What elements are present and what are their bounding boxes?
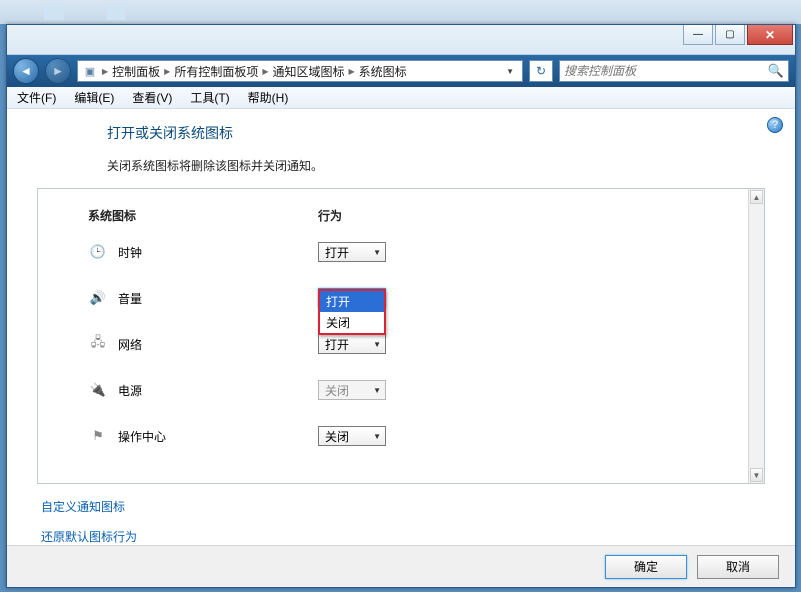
combo-value: 打开 [325, 244, 349, 261]
clock-icon: 🕒 [88, 244, 108, 260]
row-network: 🖧 网络 打开 ▼ [88, 334, 724, 354]
icons-panel: ▲ ▼ 系统图标 行为 🕒 时钟 打开 ▼ [37, 188, 765, 484]
combo-clock[interactable]: 打开 ▼ [318, 242, 386, 262]
chevron-down-icon: ▼ [373, 248, 381, 257]
link-restore-defaults[interactable]: 还原默认图标行为 [41, 530, 137, 544]
explorer-window: ― ▢ ✕ ◄ ► ▣ ▶ 控制面板 ▶ 所有控制面板项 ▶ 通知区域图标 ▶ … [6, 24, 796, 588]
control-panel-icon: ▣ [82, 63, 98, 79]
taskbar-thumb [106, 4, 126, 20]
col-header-behavior: 行为 [318, 207, 342, 224]
dropdown-option-close[interactable]: 关闭 [320, 312, 384, 333]
back-button[interactable]: ◄ [13, 58, 39, 84]
search-box[interactable]: 🔍 [559, 60, 789, 82]
chevron-right-icon: ▶ [260, 67, 270, 76]
chevron-down-icon: ▼ [373, 432, 381, 441]
menu-bar: 文件(F) 编辑(E) 查看(V) 工具(T) 帮助(H) [7, 87, 795, 109]
chevron-right-icon: ▶ [162, 67, 172, 76]
desktop-taskbar [0, 0, 801, 24]
arrow-left-icon: ◄ [20, 64, 32, 78]
taskbar-thumb [44, 4, 64, 20]
flag-icon: ⚑ [88, 428, 108, 444]
help-icon[interactable]: ? [767, 117, 783, 133]
arrow-right-icon: ► [52, 64, 64, 78]
page-subtext: 关闭系统图标将删除该图标并关闭通知。 [107, 157, 765, 174]
row-label: 时钟 [118, 244, 318, 261]
ok-button[interactable]: 确定 [605, 555, 687, 579]
refresh-icon: ↻ [536, 64, 546, 78]
col-header-icon: 系统图标 [88, 207, 318, 224]
menu-view[interactable]: 查看(V) [128, 87, 176, 108]
close-button[interactable]: ✕ [747, 25, 793, 45]
refresh-button[interactable]: ↻ [529, 60, 553, 82]
combo-network[interactable]: 打开 ▼ [318, 334, 386, 354]
chevron-right-icon: ▶ [347, 67, 357, 76]
row-power: 🔌 电源 关闭 ▼ [88, 380, 724, 400]
row-label: 音量 [118, 290, 318, 307]
row-label: 网络 [118, 336, 318, 353]
volume-icon: 🔊 [88, 290, 108, 306]
breadcrumb-segment[interactable]: 通知区域图标 [273, 63, 345, 80]
combo-value: 打开 [325, 336, 349, 353]
network-icon: 🖧 [88, 336, 108, 352]
menu-help[interactable]: 帮助(H) [244, 87, 293, 108]
combo-volume-dropdown[interactable]: 打开 关闭 [318, 289, 386, 335]
search-input[interactable] [564, 64, 768, 78]
link-customize-icons[interactable]: 自定义通知图标 [41, 500, 125, 514]
title-bar: ― ▢ ✕ [7, 25, 795, 55]
page-title: 打开或关闭系统图标 [107, 123, 765, 143]
menu-edit[interactable]: 编辑(E) [70, 87, 118, 108]
chevron-down-icon: ▼ [373, 386, 381, 395]
dialog-footer: 确定 取消 [7, 545, 795, 587]
breadcrumb-segment[interactable]: 所有控制面板项 [174, 63, 258, 80]
chevron-right-icon: ▶ [100, 67, 110, 76]
menu-file[interactable]: 文件(F) [13, 87, 60, 108]
chevron-down-icon[interactable]: ▼ [502, 67, 518, 76]
chevron-down-icon: ▼ [373, 340, 381, 349]
address-bar[interactable]: ▣ ▶ 控制面板 ▶ 所有控制面板项 ▶ 通知区域图标 ▶ 系统图标 ▼ [77, 60, 523, 82]
menu-tools[interactable]: 工具(T) [186, 87, 233, 108]
cancel-button[interactable]: 取消 [697, 555, 779, 579]
row-clock: 🕒 时钟 打开 ▼ [88, 242, 724, 262]
search-icon[interactable]: 🔍 [768, 63, 784, 79]
combo-value: 关闭 [325, 382, 349, 399]
breadcrumb-segment[interactable]: 系统图标 [359, 63, 407, 80]
power-icon: 🔌 [88, 382, 108, 398]
maximize-button[interactable]: ▢ [715, 25, 745, 45]
row-action-center: ⚑ 操作中心 关闭 ▼ [88, 426, 724, 446]
combo-power: 关闭 ▼ [318, 380, 386, 400]
icons-table: 系统图标 行为 🕒 时钟 打开 ▼ 🔊 音量 [38, 189, 764, 446]
table-header: 系统图标 行为 [88, 207, 724, 224]
row-label: 电源 [118, 382, 318, 399]
nav-bar: ◄ ► ▣ ▶ 控制面板 ▶ 所有控制面板项 ▶ 通知区域图标 ▶ 系统图标 ▼… [7, 55, 795, 87]
combo-value: 关闭 [325, 428, 349, 445]
breadcrumb-segment[interactable]: 控制面板 [112, 63, 160, 80]
content-area: ? 打开或关闭系统图标 关闭系统图标将删除该图标并关闭通知。 ▲ ▼ 系统图标 … [7, 109, 795, 552]
row-label: 操作中心 [118, 428, 318, 445]
forward-button[interactable]: ► [45, 58, 71, 84]
dropdown-option-open[interactable]: 打开 [320, 291, 384, 312]
row-volume: 🔊 音量 打开 ▼ [88, 288, 724, 308]
scroll-down-icon[interactable]: ▼ [750, 468, 763, 482]
combo-action-center[interactable]: 关闭 ▼ [318, 426, 386, 446]
minimize-button[interactable]: ― [683, 25, 713, 45]
